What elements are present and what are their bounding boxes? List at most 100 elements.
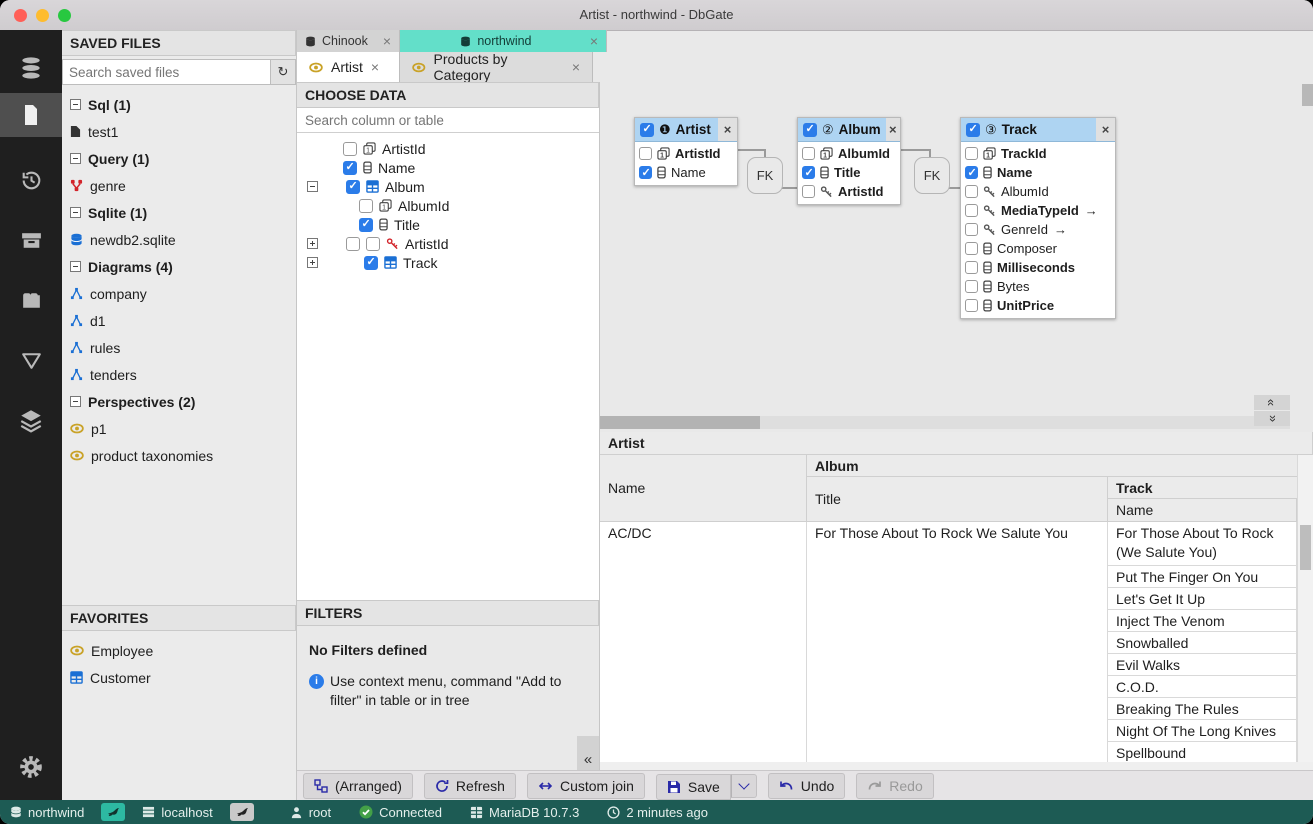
scrollbar-thumb[interactable] (600, 416, 760, 429)
tree-item-diagram[interactable]: tenders (62, 361, 296, 388)
saved-files-refresh-button[interactable]: ↻ (271, 59, 296, 85)
tree-item-perspective[interactable]: product taxonomies (62, 442, 296, 469)
grid-header-album-title[interactable]: Title (807, 477, 1108, 522)
tree-item-diagram[interactable]: d1 (62, 307, 296, 334)
grid-cell-track[interactable]: Night Of The Long Knives (1108, 720, 1296, 742)
checkbox-checked[interactable] (966, 123, 980, 137)
saved-files-search-input[interactable] (62, 59, 271, 85)
close-icon[interactable] (886, 118, 900, 141)
grid-cell-track[interactable]: Spellbound (1108, 742, 1296, 762)
node-column-row[interactable]: 1ArtistId (639, 144, 733, 163)
status-engine-version[interactable]: MariaDB 10.7.3 (470, 805, 579, 820)
scrollbar-thumb[interactable] (1300, 525, 1311, 570)
node-column-row[interactable]: Milliseconds (965, 258, 1111, 277)
node-column-row[interactable]: UnitPrice (965, 296, 1111, 315)
fk-join-badge[interactable]: FK (747, 157, 783, 194)
grid-root-header[interactable]: Artist (600, 432, 1313, 455)
close-icon[interactable] (590, 33, 598, 49)
diagram-table-track[interactable]: ③ Track 1TrackId Name AlbumId MediaTypeI… (960, 117, 1116, 319)
tree-group-perspectives[interactable]: Perspectives (2) (62, 388, 296, 415)
checkbox-checked[interactable] (359, 218, 373, 232)
tree-item-sql-file[interactable]: test1 (62, 118, 296, 145)
collapse-icon[interactable] (70, 396, 81, 407)
tree-item-sqlite-db[interactable]: newdb2.sqlite (62, 226, 296, 253)
archive-icon[interactable] (0, 218, 62, 262)
tab-artist[interactable]: Artist (297, 52, 400, 82)
tab-chinook[interactable]: Chinook (297, 30, 400, 52)
checkbox-unchecked[interactable] (965, 261, 978, 274)
checkbox-unchecked[interactable] (965, 299, 978, 312)
checkbox-unchecked[interactable] (802, 185, 815, 198)
layers-icon[interactable] (0, 398, 62, 442)
arranged-button[interactable]: (Arranged) (303, 773, 413, 799)
undo-button[interactable]: Undo (768, 773, 845, 799)
node-column-row[interactable]: 1AlbumId (802, 144, 896, 163)
diagram-table-album[interactable]: ② Album 1AlbumId Title ArtistId (797, 117, 901, 205)
horizontal-scrollbar[interactable] (600, 416, 1290, 429)
grid-cell-track[interactable]: Put The Finger On You (1108, 566, 1296, 588)
grid-header-track-name[interactable]: Name (1108, 499, 1297, 522)
grid-cell-track[interactable]: For Those About To Rock (We Salute You) (1108, 522, 1296, 566)
tree-group-diagrams[interactable]: Diagrams (4) (62, 253, 296, 280)
checkbox-checked[interactable] (364, 256, 378, 270)
node-column-row[interactable]: 1TrackId (965, 144, 1111, 163)
tree-item-diagram[interactable]: company (62, 280, 296, 307)
collapse-icon[interactable] (70, 99, 81, 110)
column-checkbox-row[interactable]: Name (297, 158, 599, 177)
expand-icon[interactable] (307, 238, 318, 249)
collapse-icon[interactable] (70, 207, 81, 218)
close-icon[interactable] (371, 59, 379, 75)
grid-header-album[interactable]: Album (807, 455, 1313, 477)
close-icon[interactable] (718, 118, 737, 141)
checkbox-unchecked[interactable] (965, 223, 978, 236)
grid-cell-track[interactable]: Evil Walks (1108, 654, 1296, 676)
collapse-icon[interactable] (70, 153, 81, 164)
settings-gear-icon[interactable] (0, 745, 62, 789)
foreign-key-checkbox-row[interactable]: ArtistId (297, 234, 599, 253)
column-checkbox-row[interactable]: 1ArtistId (297, 139, 599, 158)
diagram-table-artist[interactable]: ❶ Artist 1ArtistId Name (634, 117, 738, 186)
close-icon[interactable] (1096, 118, 1115, 141)
close-icon[interactable] (572, 59, 580, 75)
node-column-row[interactable]: Name (965, 163, 1111, 182)
close-icon[interactable] (383, 33, 391, 49)
checkbox-checked[interactable] (803, 123, 817, 137)
expand-up-button[interactable]: « (1254, 395, 1290, 410)
status-connected[interactable]: Connected (359, 805, 442, 820)
redo-button[interactable]: Redo (856, 773, 933, 799)
grid-header-artist-name[interactable]: Name (600, 455, 807, 522)
collapse-icon[interactable] (70, 261, 81, 272)
status-server[interactable]: localhost (142, 805, 212, 820)
checkbox-unchecked[interactable] (802, 147, 815, 160)
fk-join-badge[interactable]: FK (914, 157, 950, 194)
checkbox-unchecked[interactable] (965, 204, 978, 217)
tab-products-by-category[interactable]: Products by Category (400, 52, 593, 82)
save-dropdown-button[interactable] (731, 774, 757, 798)
grid-cell-track[interactable]: Breaking The Rules (1108, 698, 1296, 720)
favorite-item-customer[interactable]: Customer (62, 664, 296, 691)
node-column-row[interactable]: Bytes (965, 277, 1111, 296)
tree-group-query[interactable]: Query (1) (62, 145, 296, 172)
checkbox-unchecked[interactable] (965, 147, 978, 160)
checkbox-checked[interactable] (802, 166, 815, 179)
checkbox-checked[interactable] (346, 180, 360, 194)
node-column-row[interactable]: MediaTypeId (965, 201, 1111, 220)
table-checkbox-row[interactable]: Album (297, 177, 599, 196)
checkbox-unchecked[interactable] (965, 185, 978, 198)
column-checkbox-row[interactable]: Title (297, 215, 599, 234)
grid-header-track[interactable]: Track (1108, 477, 1313, 499)
collapse-icon[interactable] (307, 181, 318, 192)
table-checkbox-row[interactable]: Track (297, 253, 599, 272)
vertical-scrollbar-thumb[interactable] (1302, 84, 1313, 106)
status-last-refresh[interactable]: 2 minutes ago (607, 805, 708, 820)
custom-join-button[interactable]: Custom join (527, 773, 645, 799)
node-column-row[interactable]: AlbumId (965, 182, 1111, 201)
tree-group-sql[interactable]: Sql (1) (62, 91, 296, 118)
tree-item-diagram[interactable]: rules (62, 334, 296, 361)
checkbox-checked[interactable] (640, 123, 654, 137)
grid-cell-track[interactable]: C.O.D. (1108, 676, 1296, 698)
database-icon[interactable] (0, 46, 62, 90)
tab-northwind[interactable]: northwind (400, 30, 607, 52)
favorite-item-employee[interactable]: Employee (62, 637, 296, 664)
checkbox-checked[interactable] (343, 161, 357, 175)
